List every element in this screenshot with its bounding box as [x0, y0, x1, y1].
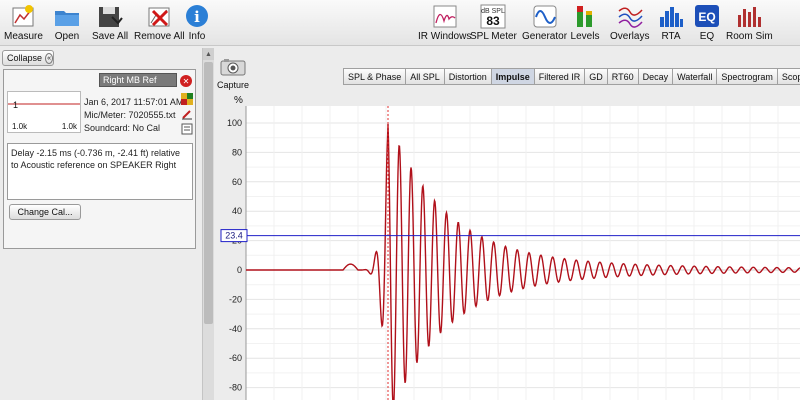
tab-gd[interactable]: GD — [584, 68, 607, 85]
open-button[interactable]: Open — [52, 2, 82, 42]
room-sim-icon — [734, 2, 764, 30]
remove-all-button[interactable]: Remove All — [134, 2, 185, 42]
scrollbar-thumb[interactable] — [204, 62, 213, 324]
tab-waterfall[interactable]: Waterfall — [672, 68, 717, 85]
tab-decay[interactable]: Decay — [637, 68, 673, 85]
measure-button[interactable]: Measure — [4, 2, 43, 42]
capture-label: Capture — [217, 80, 250, 90]
thumbnail-value: 1 — [13, 100, 19, 110]
tab-distortion[interactable]: Distortion — [443, 68, 491, 85]
tab-all-spl[interactable]: All SPL — [405, 68, 444, 85]
overlays-icon — [615, 2, 645, 30]
svg-text:83: 83 — [487, 14, 501, 28]
levels-button[interactable]: Levels — [570, 2, 600, 42]
y-tick-label: 0 — [237, 265, 242, 275]
graph-tabs: SPL & Phase All SPL Distortion Impulse Filte… — [343, 68, 800, 85]
measurement-meta: Jan 6, 2017 11:57:01 AM Mic/Meter: 70205… — [84, 96, 183, 135]
rta-icon — [656, 2, 686, 30]
y-tick-label: -20 — [229, 294, 242, 304]
info-button[interactable]: i Info — [182, 2, 212, 42]
thumbnail-min-label: 1.0k — [12, 122, 28, 131]
rta-button[interactable]: RTA — [656, 2, 686, 42]
info-sheet-icon[interactable] — [180, 122, 193, 135]
ir-windows-button[interactable]: IR Windows — [418, 2, 471, 42]
y-tick-label: 60 — [232, 177, 242, 187]
y-tick-label: -80 — [229, 383, 242, 393]
remove-icon — [144, 2, 174, 30]
color-palette-icon[interactable] — [180, 92, 193, 105]
measurements-panel: Collapse « Right MB Ref ✕ 1 1.0k 1.0k Ja… — [0, 48, 200, 400]
panel-scrollbar[interactable]: ▲ — [202, 48, 214, 400]
edit-icon[interactable] — [180, 107, 193, 120]
close-icon[interactable]: ✕ — [180, 75, 192, 87]
y-tick-label: 80 — [232, 147, 242, 157]
save-icon — [95, 2, 125, 30]
eq-icon: EQ — [692, 2, 722, 30]
measurement-name-field[interactable]: Right MB Ref — [99, 73, 177, 87]
measurement-thumbnail[interactable]: 1 1.0k 1.0k — [7, 91, 81, 133]
room-sim-button[interactable]: Room Sim — [726, 2, 773, 42]
measurement-date: Jan 6, 2017 11:57:01 AM — [84, 97, 184, 107]
y-tick-label: 100 — [227, 118, 242, 128]
y-tick-label: -40 — [229, 324, 242, 334]
levels-icon — [570, 2, 600, 30]
svg-text:i: i — [194, 8, 200, 26]
collapse-label: Collapse — [7, 53, 43, 63]
chevron-left-icon: « — [45, 52, 53, 64]
measurement-mic: Mic/Meter: 7020555.txt — [84, 110, 176, 120]
impulse-graph[interactable]: 100806040200-20-40-60-8023.4 — [220, 106, 800, 400]
y-tick-label: -60 — [229, 353, 242, 363]
tab-spl-phase[interactable]: SPL & Phase — [343, 68, 406, 85]
main-toolbar: Measure Open Save All Remove All i Info … — [0, 0, 800, 46]
overlays-button[interactable]: Overlays — [610, 2, 649, 42]
generator-button[interactable]: Generator — [522, 2, 567, 42]
y-cursor-value: 23.4 — [225, 231, 243, 241]
tab-filtered-ir[interactable]: Filtered IR — [533, 68, 585, 85]
measure-icon — [8, 2, 38, 30]
measurement-soundcard: Soundcard: No Cal — [84, 123, 161, 133]
ir-windows-icon — [430, 2, 460, 30]
measurement-notes[interactable]: Delay -2.15 ms (-0.736 m, -2.41 ft) rela… — [7, 143, 193, 200]
generator-icon — [530, 2, 560, 30]
tab-spectrogram[interactable]: Spectrogram — [716, 68, 777, 85]
change-cal-button[interactable]: Change Cal... — [9, 204, 81, 220]
svg-text:EQ: EQ — [698, 10, 715, 24]
tab-impulse[interactable]: Impulse — [490, 68, 534, 85]
eq-button[interactable]: EQ EQ — [692, 2, 722, 42]
tab-scope[interactable]: Scope — [776, 68, 800, 85]
measurement-actions — [180, 92, 193, 135]
spl-meter-button[interactable]: dB SPL 83 SPL Meter — [470, 2, 517, 42]
measurement-entry[interactable]: Right MB Ref ✕ 1 1.0k 1.0k Jan 6, 2017 1… — [3, 69, 196, 249]
scroll-up-icon[interactable]: ▲ — [203, 48, 214, 60]
collapse-button[interactable]: Collapse « — [2, 50, 54, 66]
camera-icon — [220, 58, 246, 79]
info-icon: i — [182, 2, 212, 30]
plot-area — [246, 106, 800, 400]
save-all-button[interactable]: Save All — [92, 2, 128, 42]
capture-button[interactable]: Capture — [217, 58, 249, 90]
tab-rt60[interactable]: RT60 — [606, 68, 638, 85]
spl-meter-icon: dB SPL 83 — [478, 2, 508, 30]
thumbnail-max-label: 1.0k — [61, 122, 77, 131]
y-tick-label: 40 — [232, 206, 242, 216]
y-axis-unit: % — [234, 95, 243, 106]
folder-icon — [52, 2, 82, 30]
